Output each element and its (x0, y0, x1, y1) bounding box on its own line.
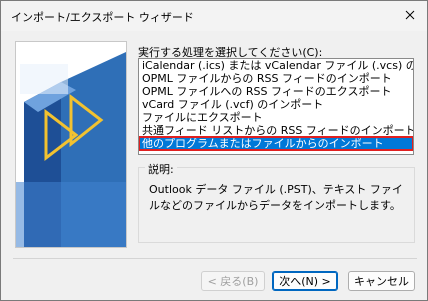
list-item-export-to-file[interactable]: ファイルにエクスポート (139, 111, 413, 124)
title-bar[interactable]: インポート/エクスポート ウィザード (1, 1, 427, 31)
wizard-illustration (15, 41, 127, 248)
list-item-import-icalendar[interactable]: iCalendar (.ics) または vCalendar ファイル (.vc… (139, 59, 413, 72)
next-button[interactable]: 次へ(N) > (272, 271, 338, 291)
list-item-import-common-feed-list[interactable]: 共通フィード リストからの RSS フィードのインポート (139, 124, 413, 137)
window-title: インポート/エクスポート ウィザード (11, 11, 194, 24)
action-listbox[interactable]: iCalendar (.ics) または vCalendar ファイル (.vc… (138, 58, 414, 155)
description-legend: 説明: (145, 161, 177, 177)
list-item-import-rss-opml[interactable]: OPML ファイルからの RSS フィードのインポート (139, 72, 413, 85)
list-item-export-rss-opml[interactable]: OPML ファイルへの RSS フィードのエクスポート (139, 85, 413, 98)
cancel-button[interactable]: キャンセル (348, 271, 415, 291)
description-group: 説明: Outlook データ ファイル (.PST)、テキスト ファイルなどの… (138, 161, 415, 243)
back-button[interactable]: < 戻る(B) (201, 271, 265, 291)
list-item-import-vcard[interactable]: vCard ファイル (.vcf) のインポート (139, 98, 413, 111)
wizard-window: インポート/エクスポート ウィザード 実行する処理を選択してください(C): i… (0, 0, 428, 301)
description-text: Outlook データ ファイル (.PST)、テキスト ファイルなどのファイル… (149, 183, 403, 212)
close-button[interactable] (399, 5, 421, 25)
close-icon (405, 10, 415, 20)
separator (13, 258, 417, 259)
list-item-import-from-other-program[interactable]: 他のプログラムまたはファイルからのインポート (139, 136, 413, 151)
